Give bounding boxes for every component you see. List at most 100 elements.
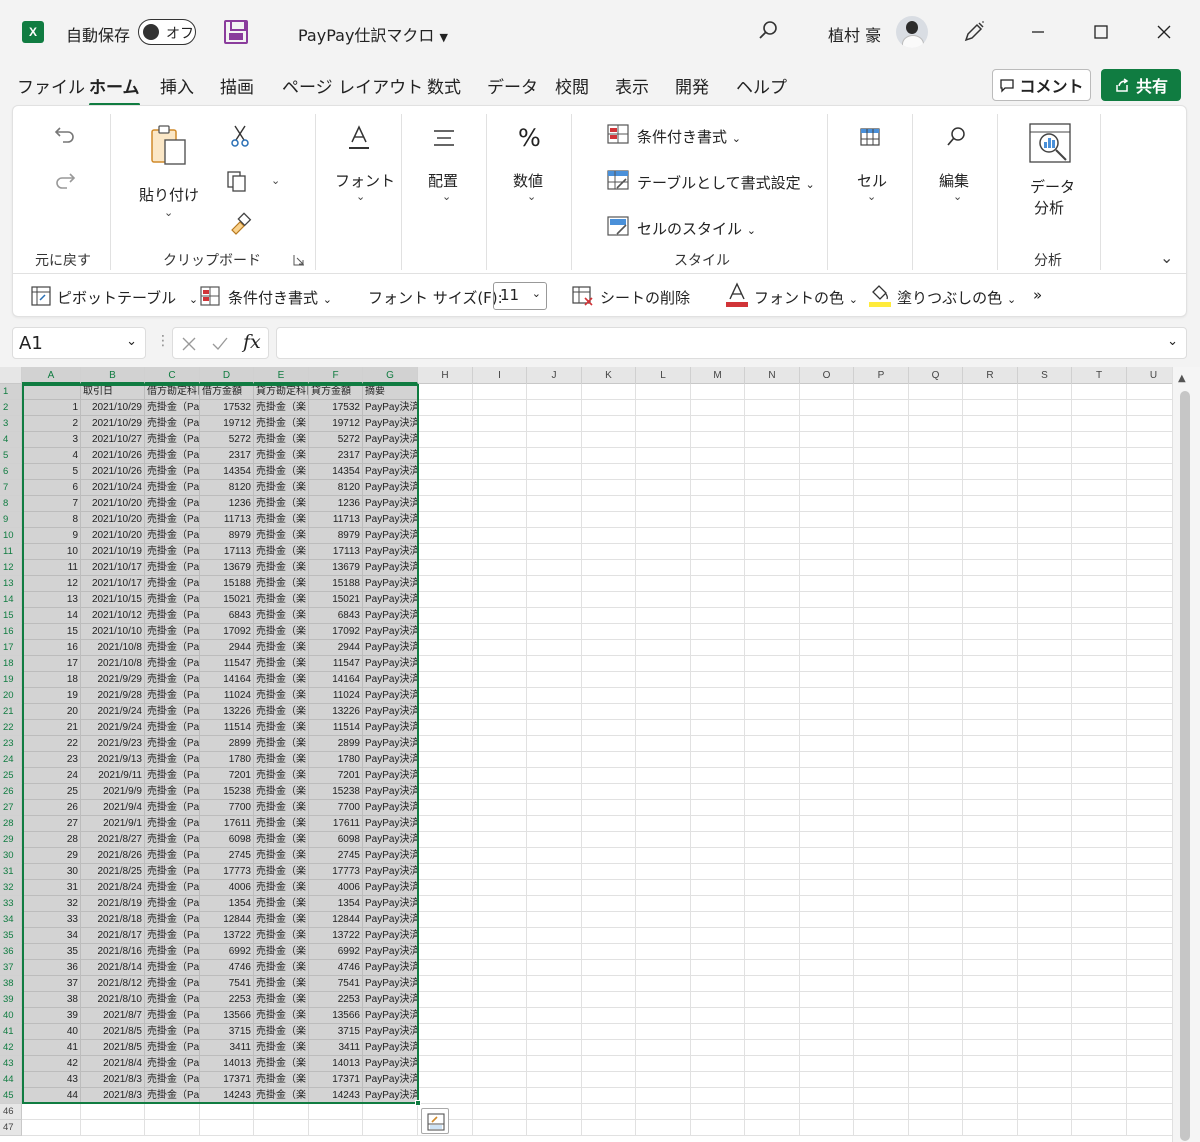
row-header[interactable]: 37	[0, 960, 22, 976]
cell-g9[interactable]: PayPay決済	[363, 512, 418, 528]
cell-b36[interactable]: 2021/8/16	[81, 944, 145, 960]
cell-j41[interactable]	[527, 1024, 582, 1040]
cell-t22[interactable]	[1072, 720, 1127, 736]
cell-p23[interactable]	[854, 736, 909, 752]
cell-g10[interactable]: PayPay決済	[363, 528, 418, 544]
cell-e20[interactable]: 売掛金（楽	[254, 688, 309, 704]
cell-b47[interactable]	[81, 1120, 145, 1136]
cell-j27[interactable]	[527, 800, 582, 816]
tab-formulas[interactable]: 数式	[427, 73, 461, 98]
cell-l21[interactable]	[636, 704, 691, 720]
cell-t23[interactable]	[1072, 736, 1127, 752]
paste-label[interactable]: 貼り付け	[139, 184, 199, 205]
cell-n38[interactable]	[745, 976, 800, 992]
cell-f14[interactable]: 15021	[309, 592, 363, 608]
cell-p45[interactable]	[854, 1088, 909, 1104]
cell-j3[interactable]	[527, 416, 582, 432]
cell-a7[interactable]: 6	[22, 480, 81, 496]
cell-l4[interactable]	[636, 432, 691, 448]
cell-g44[interactable]: PayPay決済	[363, 1072, 418, 1088]
cell-h27[interactable]	[418, 800, 473, 816]
cell-e44[interactable]: 売掛金（楽	[254, 1072, 309, 1088]
row-header[interactable]: 7	[0, 480, 22, 496]
cell-j34[interactable]	[527, 912, 582, 928]
cell-o37[interactable]	[800, 960, 854, 976]
cell-k31[interactable]	[582, 864, 636, 880]
cell-o5[interactable]	[800, 448, 854, 464]
font-icon[interactable]	[346, 124, 372, 152]
cell-s46[interactable]	[1018, 1104, 1072, 1120]
cell-f3[interactable]: 19712	[309, 416, 363, 432]
cell-b13[interactable]: 2021/10/17	[81, 576, 145, 592]
cell-k46[interactable]	[582, 1104, 636, 1120]
cell-c30[interactable]: 売掛金（Pa	[145, 848, 200, 864]
cell-h24[interactable]	[418, 752, 473, 768]
cell-r46[interactable]	[963, 1104, 1018, 1120]
format-as-table-label[interactable]: テーブルとして書式設定 ⌄	[637, 172, 815, 193]
cell-d3[interactable]: 19712	[200, 416, 254, 432]
cell-g37[interactable]: PayPay決済	[363, 960, 418, 976]
cell-g38[interactable]: PayPay決済	[363, 976, 418, 992]
cell-a22[interactable]: 21	[22, 720, 81, 736]
cell-b9[interactable]: 2021/10/20	[81, 512, 145, 528]
cell-m40[interactable]	[691, 1008, 745, 1024]
cell-g6[interactable]: PayPay決済	[363, 464, 418, 480]
cell-e21[interactable]: 売掛金（楽	[254, 704, 309, 720]
cell-s42[interactable]	[1018, 1040, 1072, 1056]
cell-j18[interactable]	[527, 656, 582, 672]
align-icon[interactable]	[432, 128, 456, 148]
cell-e7[interactable]: 売掛金（楽	[254, 480, 309, 496]
cell-q34[interactable]	[909, 912, 963, 928]
cell-s10[interactable]	[1018, 528, 1072, 544]
cell-f23[interactable]: 2899	[309, 736, 363, 752]
cell-r23[interactable]	[963, 736, 1018, 752]
cell-j40[interactable]	[527, 1008, 582, 1024]
cell-d45[interactable]: 14243	[200, 1088, 254, 1104]
cell-h11[interactable]	[418, 544, 473, 560]
cell-p31[interactable]	[854, 864, 909, 880]
cell-h38[interactable]	[418, 976, 473, 992]
cell-q36[interactable]	[909, 944, 963, 960]
cell-g45[interactable]: PayPay決済	[363, 1088, 418, 1104]
cell-p20[interactable]	[854, 688, 909, 704]
cell-q8[interactable]	[909, 496, 963, 512]
cell-o3[interactable]	[800, 416, 854, 432]
cell-s26[interactable]	[1018, 784, 1072, 800]
cell-n26[interactable]	[745, 784, 800, 800]
cell-q38[interactable]	[909, 976, 963, 992]
cell-j42[interactable]	[527, 1040, 582, 1056]
cell-m21[interactable]	[691, 704, 745, 720]
cell-s13[interactable]	[1018, 576, 1072, 592]
cell-k20[interactable]	[582, 688, 636, 704]
cell-g46[interactable]	[363, 1104, 418, 1120]
cell-j30[interactable]	[527, 848, 582, 864]
row-header[interactable]: 30	[0, 848, 22, 864]
cell-l18[interactable]	[636, 656, 691, 672]
column-header-o[interactable]: O	[800, 367, 854, 384]
cell-s34[interactable]	[1018, 912, 1072, 928]
cell-q6[interactable]	[909, 464, 963, 480]
cell-i33[interactable]	[473, 896, 527, 912]
cell-k1[interactable]	[582, 384, 636, 400]
cell-style-label[interactable]: セルのスタイル ⌄	[637, 218, 756, 239]
cell-l13[interactable]	[636, 576, 691, 592]
cell-b32[interactable]: 2021/8/24	[81, 880, 145, 896]
row-header[interactable]: 13	[0, 576, 22, 592]
tab-data[interactable]: データ	[487, 73, 538, 98]
font-label[interactable]: フォント	[335, 170, 395, 191]
cell-r47[interactable]	[963, 1120, 1018, 1136]
cell-o45[interactable]	[800, 1088, 854, 1104]
cell-o6[interactable]	[800, 464, 854, 480]
editing-label[interactable]: 編集	[939, 170, 969, 191]
cell-a46[interactable]	[22, 1104, 81, 1120]
cell-k17[interactable]	[582, 640, 636, 656]
cell-p26[interactable]	[854, 784, 909, 800]
cell-r31[interactable]	[963, 864, 1018, 880]
cell-s4[interactable]	[1018, 432, 1072, 448]
cell-j46[interactable]	[527, 1104, 582, 1120]
cell-l38[interactable]	[636, 976, 691, 992]
cell-h26[interactable]	[418, 784, 473, 800]
cell-p15[interactable]	[854, 608, 909, 624]
cell-q4[interactable]	[909, 432, 963, 448]
cell-h29[interactable]	[418, 832, 473, 848]
